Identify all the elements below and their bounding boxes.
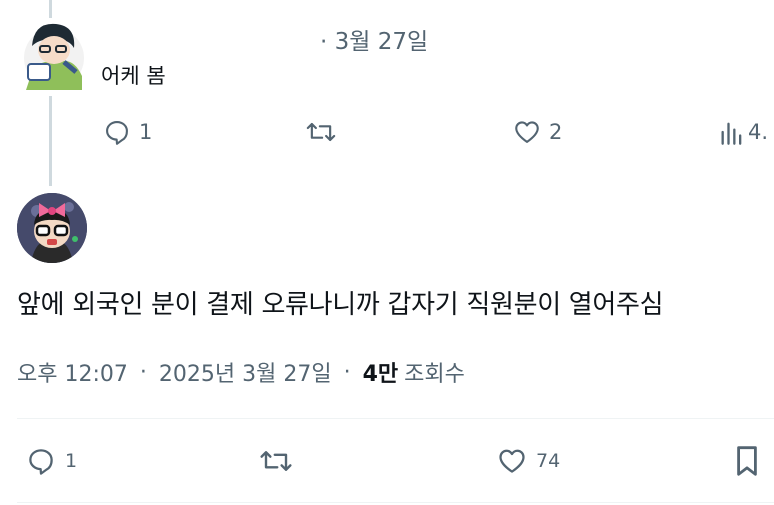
thread-line-top (49, 0, 52, 18)
reply-icon (25, 446, 57, 476)
divider-top (17, 418, 774, 419)
tweet-retweet-button[interactable] (258, 446, 294, 476)
separator-dot: · (139, 359, 147, 385)
thread-line (49, 96, 52, 186)
tweet-date[interactable]: 2025년 3월 27일 (159, 356, 332, 388)
tweet-reply-button[interactable]: 1 (25, 446, 77, 476)
reply-like-button[interactable]: 2 (513, 118, 562, 146)
tweet-text: 앞에 외국인 분이 결제 오류나니까 갑자기 직원분이 열어주심 (17, 290, 664, 320)
tweet-views-label: 조회수 (404, 362, 465, 387)
divider-bottom (17, 502, 774, 503)
reply-like-count: 2 (549, 120, 563, 144)
like-icon (513, 118, 541, 146)
tweet-info-line: 오후 12:07 · 2025년 3월 27일 · 4만 조회수 (17, 356, 465, 388)
reply-retweet-button[interactable] (305, 118, 337, 146)
reply-views-button[interactable]: 4. (720, 118, 768, 146)
tweet-like-button[interactable]: 74 (496, 446, 560, 476)
reply-date[interactable]: · 3월 27일 (320, 22, 428, 56)
tweet-views-value: 4만 (362, 362, 399, 387)
views-icon (720, 118, 744, 146)
tweet-reply-count: 1 (65, 450, 78, 472)
author-avatar[interactable] (17, 193, 87, 263)
reply-text: 어케 봄 (101, 64, 166, 88)
bookmark-icon (733, 444, 761, 478)
reply-icon (103, 118, 131, 146)
reply-avatar[interactable] (20, 18, 86, 90)
tweet-like-count: 74 (536, 450, 561, 472)
reply-reply-button[interactable]: 1 (103, 118, 152, 146)
retweet-icon (305, 118, 337, 146)
bookmark-button[interactable] (733, 444, 761, 478)
like-icon (496, 446, 528, 476)
reply-views-count: 4. (748, 120, 769, 144)
author-avatar-image (17, 193, 87, 263)
reply-reply-count: 1 (139, 120, 153, 144)
reply-avatar-image (24, 23, 84, 90)
separator-dot-2: · (343, 359, 351, 385)
retweet-icon (258, 446, 294, 476)
tweet-time[interactable]: 오후 12:07 (17, 356, 128, 388)
